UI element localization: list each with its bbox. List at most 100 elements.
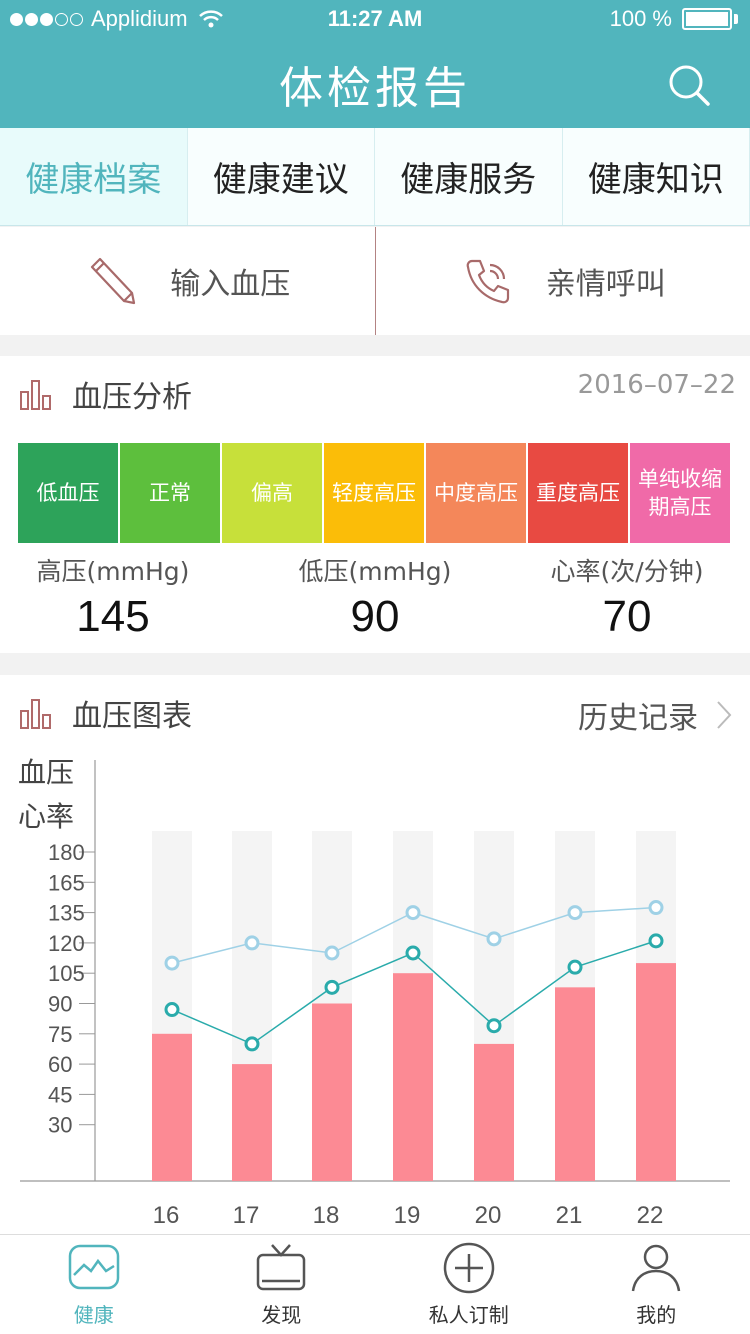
series-point: [567, 905, 583, 921]
nav-mine-label: 我的: [636, 1303, 677, 1327]
series-point: [567, 959, 583, 975]
x-tick-label: 16: [153, 1202, 180, 1229]
bar: [636, 963, 676, 1181]
pencil-icon: [91, 257, 136, 305]
input-bp-label: 输入血压: [170, 267, 291, 302]
bar: [152, 1033, 192, 1181]
y-axis-label: 血压: [18, 756, 74, 789]
bar: [312, 1003, 352, 1181]
bp-chart: 血压心率 180 165 135 120 105 90 75 60 45 30 16 17 18 19 20 2…: [18, 756, 730, 1229]
level-normal: 正常: [120, 443, 220, 543]
nav-health[interactable]: 健康: [0, 1235, 188, 1334]
level-low: 低血压: [18, 443, 118, 543]
level-moderate: 中度高压: [426, 443, 526, 543]
bar: [555, 987, 595, 1181]
series-point: [324, 979, 340, 995]
chart-header: 血压图表: [18, 691, 192, 735]
y-axis-label: 心率: [18, 800, 74, 833]
nav-mine[interactable]: 我的: [563, 1235, 750, 1334]
y-tick-label: 180: [48, 840, 85, 865]
status-right: 100 %: [610, 6, 738, 32]
plus-circle-icon: [443, 1242, 494, 1294]
chart-title: 血压图表: [72, 699, 192, 734]
history-label: 历史记录: [578, 701, 698, 736]
tab-health-advice[interactable]: 健康建议: [187, 128, 375, 225]
page-title: 体检报告: [279, 63, 471, 114]
y-tick-label: 165: [48, 870, 85, 895]
status-bar: Applidium 11:27 AM 100 %: [0, 0, 750, 40]
series-point: [164, 955, 180, 971]
battery-tip: [734, 14, 738, 24]
reading-systolic-value: 145: [76, 592, 150, 641]
tab-bar: 健康档案 健康建议 健康服务 健康知识: [0, 128, 750, 226]
x-tick-label: 21: [556, 1202, 583, 1229]
bar: [393, 973, 433, 1181]
y-tick-label: 45: [48, 1082, 72, 1107]
y-tick-label: 120: [48, 931, 85, 956]
series-point: [405, 905, 421, 921]
reading-heart-rate-value: 70: [602, 592, 652, 641]
x-tick-label: 20: [475, 1202, 502, 1229]
x-tick-label: 17: [233, 1202, 260, 1229]
reading-heart-rate: 心率(次/分钟) 70: [527, 552, 727, 642]
reading-diastolic: 低压(mmHg) 90: [259, 552, 491, 642]
bar-chart-icon: [20, 380, 51, 410]
tv-icon: [257, 1244, 306, 1291]
reading-systolic: 高压(mmHg) 145: [0, 552, 226, 642]
y-tick-label: 105: [48, 961, 85, 986]
series-point: [648, 900, 664, 916]
search-icon[interactable]: [666, 62, 712, 108]
history-link[interactable]: 历史记录: [578, 693, 732, 737]
header: Applidium 11:27 AM 100 % 体检报告: [0, 0, 750, 128]
quick-actions: 输入血压 亲情呼叫: [0, 227, 750, 335]
chevron-right-icon: [717, 701, 732, 729]
analysis-title: 血压分析: [72, 380, 192, 415]
x-tick-label: 22: [637, 1202, 664, 1229]
family-call-label: 亲情呼叫: [545, 267, 666, 302]
y-tick-label: 135: [48, 901, 85, 926]
user-icon: [632, 1244, 681, 1292]
bar-chart-icon: [20, 699, 51, 729]
bottom-nav: 健康 发现 私人订制 我的: [0, 1234, 750, 1334]
bp-readings: 高压(mmHg) 145 低压(mmHg) 90 心率(次/分钟) 70: [0, 552, 750, 652]
input-bp-button[interactable]: 输入血压: [0, 227, 375, 335]
reading-diastolic-label: 低压(mmHg): [298, 557, 452, 586]
series-point: [405, 945, 421, 961]
y-tick-label: 90: [48, 992, 72, 1017]
x-tick-label: 18: [313, 1202, 340, 1229]
bp-analysis-card: 血压分析 2016–07–22 低血压 正常 偏高 轻度高压 中度高压 重度高压…: [0, 356, 750, 653]
series-point: [244, 935, 260, 951]
family-call-button[interactable]: 亲情呼叫: [376, 227, 750, 335]
nav-health-label: 健康: [73, 1303, 114, 1327]
tab-health-knowledge[interactable]: 健康知识: [562, 128, 750, 225]
reading-heart-rate-label: 心率(次/分钟): [550, 557, 704, 586]
y-tick-label: 75: [48, 1022, 72, 1047]
series-point: [486, 931, 502, 947]
phone-icon: [466, 259, 509, 304]
y-tick-label: 30: [48, 1113, 72, 1138]
reading-diastolic-value: 90: [350, 592, 400, 641]
series-point: [486, 1018, 502, 1034]
tab-health-record[interactable]: 健康档案: [0, 128, 188, 225]
y-tick-label: 60: [48, 1052, 72, 1077]
series-point: [648, 933, 664, 949]
analysis-date: 2016–07–22: [577, 370, 736, 400]
battery-icon: [682, 8, 732, 30]
bp-level-scale: 低血压 正常 偏高 轻度高压 中度高压 重度高压 单纯收缩期高压: [18, 443, 730, 543]
level-high-normal: 偏高: [222, 443, 322, 543]
bar: [232, 1064, 272, 1181]
series-point: [164, 1002, 180, 1018]
nav-discover-label: 发现: [261, 1303, 302, 1327]
bp-chart-card: 血压心率 180 165 135 120 105 90 75 60 45 30 16 17 18 19 20 2…: [0, 675, 750, 1234]
nav-discover[interactable]: 发现: [188, 1235, 376, 1334]
x-tick-label: 19: [394, 1202, 421, 1229]
analysis-header: 血压分析: [18, 372, 192, 416]
health-icon: [68, 1244, 119, 1290]
reading-systolic-label: 高压(mmHg): [36, 557, 190, 586]
tab-health-service[interactable]: 健康服务: [375, 128, 563, 225]
nav-custom[interactable]: 私人订制: [375, 1235, 563, 1334]
series-point: [244, 1036, 260, 1052]
level-severe: 重度高压: [528, 443, 628, 543]
nav-custom-label: 私人订制: [428, 1303, 509, 1327]
bar: [474, 1043, 514, 1181]
